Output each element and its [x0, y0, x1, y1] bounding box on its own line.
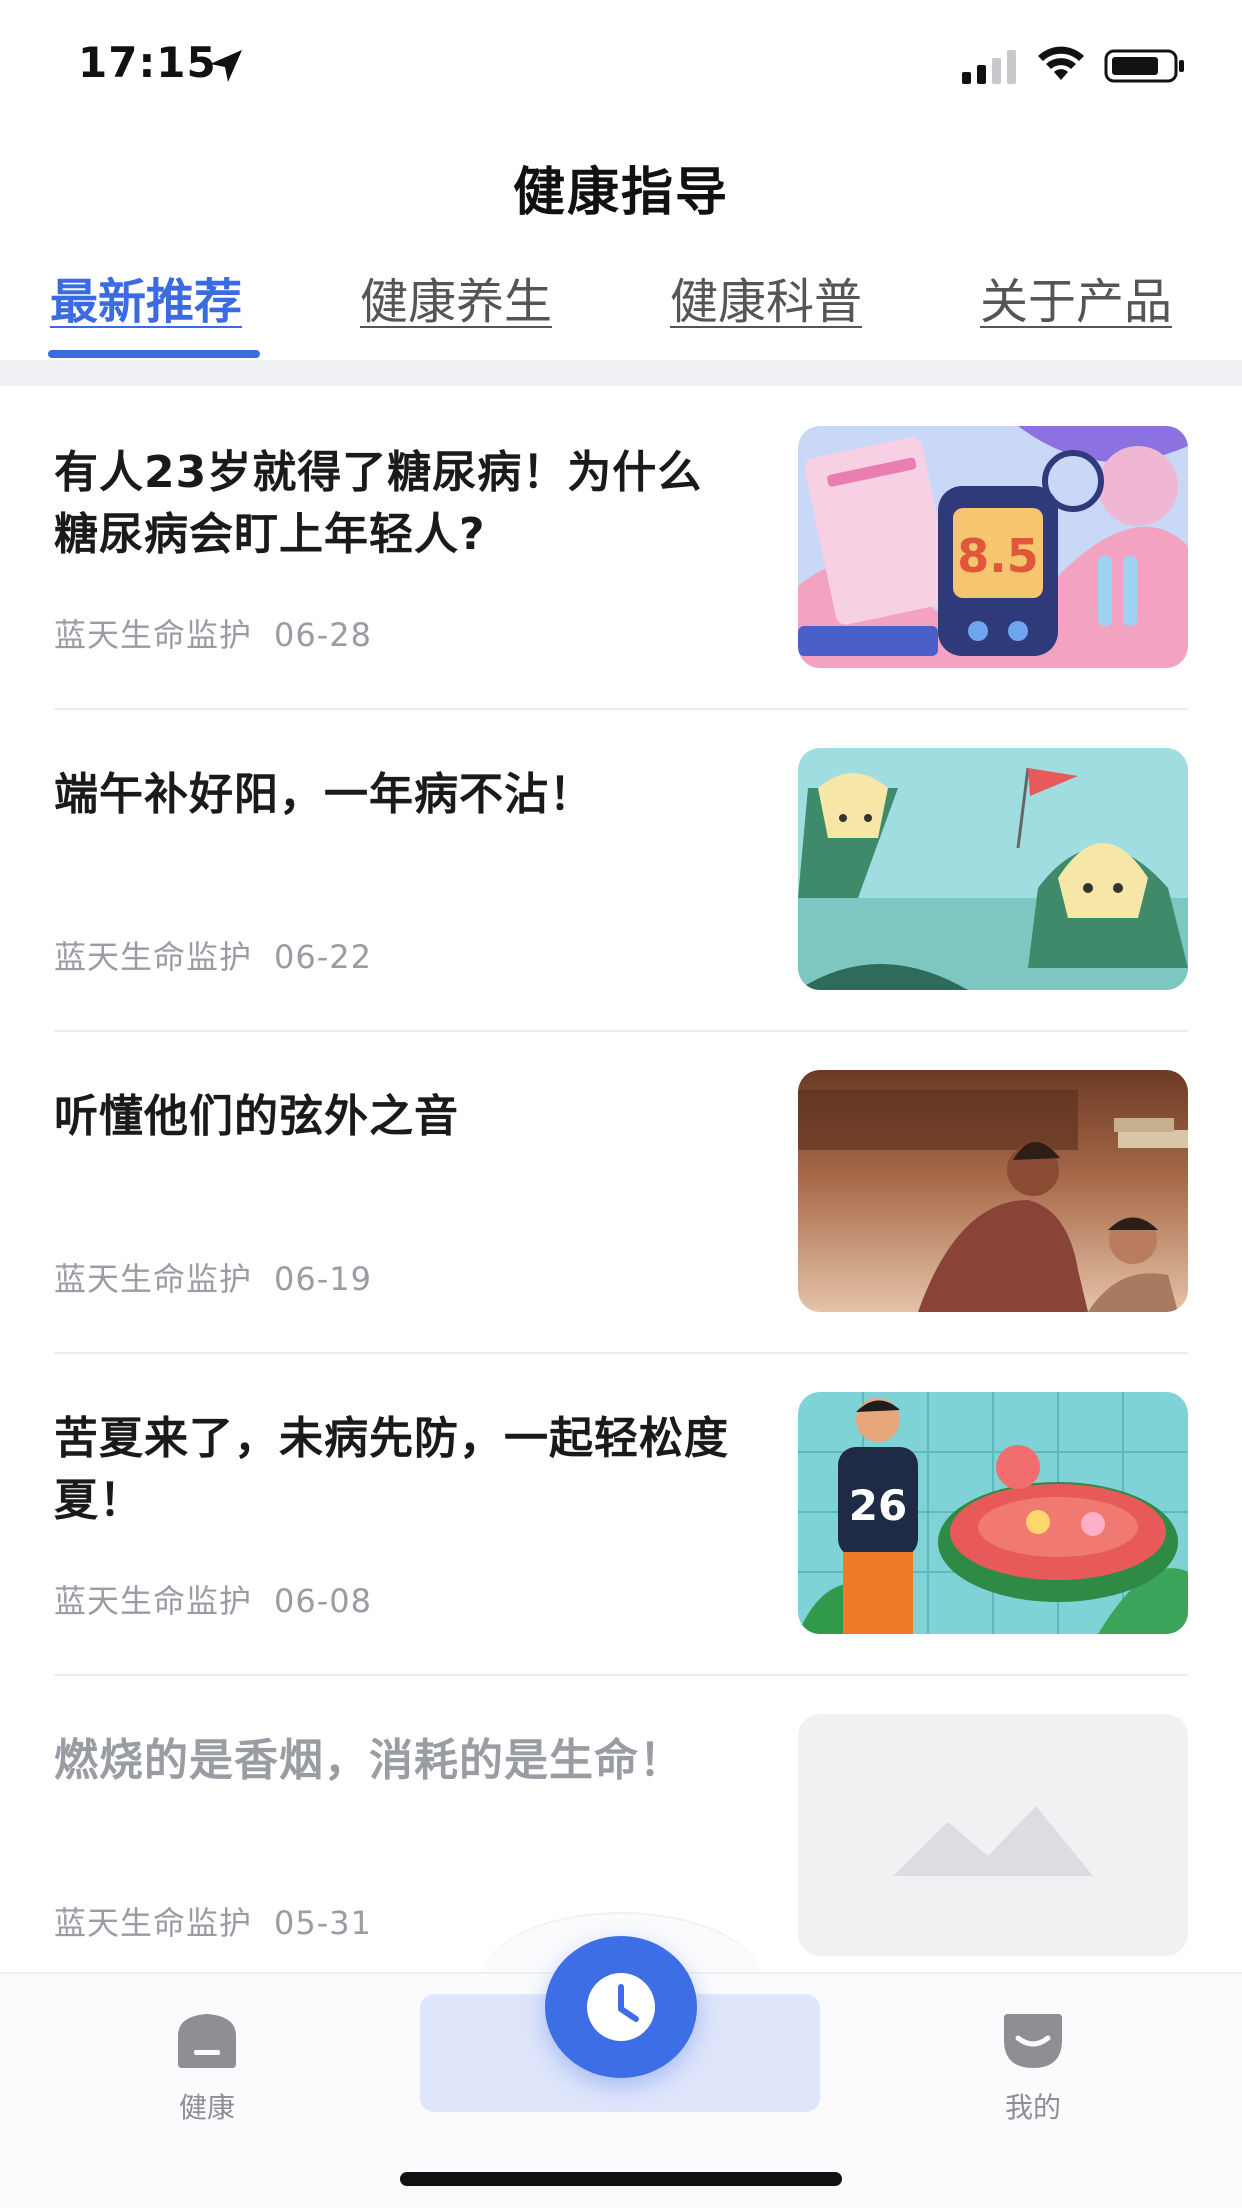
- row-divider: [54, 1674, 1188, 1676]
- article-source: 蓝天生命监护: [54, 616, 253, 654]
- article-meta: 蓝天生命监护 06-08: [54, 1576, 372, 1622]
- tab-about-product[interactable]: 关于产品: [980, 262, 1172, 332]
- tabbar-item-health[interactable]: 健康: [154, 2010, 260, 2126]
- article-thumbnail: 8.5: [798, 426, 1188, 668]
- mine-tab-icon: [1004, 2014, 1062, 2068]
- page-title: 健康指导: [512, 163, 729, 223]
- article-title: 听懂他们的弦外之音: [54, 1091, 459, 1142]
- image-placeholder-icon: [798, 1714, 1188, 1956]
- tab-health-science[interactable]: 健康科普: [670, 262, 862, 332]
- article-meta: 蓝天生命监护 05-31: [54, 1898, 372, 1944]
- location-arrow-icon: [210, 50, 242, 82]
- article-meta: 蓝天生命监护 06-28: [54, 610, 372, 656]
- article-source: 蓝天生命监护: [54, 1260, 253, 1298]
- diabetes-illustration: 8.5: [798, 426, 1188, 668]
- article-thumbnail: [798, 1714, 1188, 1956]
- article-thumbnail: [798, 748, 1188, 990]
- parent-child-illustration: [798, 1070, 1188, 1312]
- article-date: 06-19: [274, 1260, 372, 1298]
- status-time: 17:15: [78, 38, 217, 87]
- article-title: 端午补好阳，一年病不沾！: [54, 769, 594, 820]
- article-date: 06-22: [274, 938, 372, 976]
- article-date: 06-28: [274, 616, 372, 654]
- article-source: 蓝天生命监护: [54, 1582, 253, 1620]
- zongzi-illustration: [798, 748, 1188, 990]
- article-item[interactable]: 有人23岁就得了糖尿病！为什么糖尿病会盯上年轻人? 蓝天生命监护 06-28 8.…: [0, 426, 1242, 748]
- row-divider: [54, 1352, 1188, 1354]
- jersey-number: 26: [849, 1481, 907, 1530]
- article-item[interactable]: 听懂他们的弦外之音 蓝天生命监护 06-19: [0, 1070, 1242, 1392]
- clock-icon: [587, 1973, 655, 2041]
- article-title: 燃烧的是香烟，消耗的是生命！: [54, 1735, 684, 1786]
- article-item[interactable]: 端午补好阳，一年病不沾！ 蓝天生命监护 06-22: [0, 748, 1242, 1070]
- glucose-reading: 8.5: [957, 529, 1039, 583]
- mine-tab-label: 我的: [1004, 2091, 1061, 2124]
- article-title: 有人23岁就得了糖尿病！为什么糖尿病会盯上年轻人?: [54, 447, 703, 560]
- tab-latest[interactable]: 最新推荐: [50, 262, 242, 332]
- article-source: 蓝天生命监护: [54, 938, 253, 976]
- home-indicator: [400, 2172, 842, 2186]
- tab-divider: [0, 360, 1242, 386]
- article-date: 06-08: [274, 1582, 372, 1620]
- category-tabs: 最新推荐 健康养生 健康科普 关于产品: [0, 262, 1242, 362]
- article-item[interactable]: 苦夏来了，未病先防，一起轻松度夏！ 蓝天生命监护 06-08 26: [0, 1392, 1242, 1714]
- health-tab-label: 健康: [178, 2091, 235, 2124]
- health-tab-icon: [178, 2014, 236, 2068]
- article-source: 蓝天生命监护: [54, 1904, 253, 1942]
- battery-icon: [1104, 49, 1184, 83]
- page: 17:15 健康指导 最新推荐 健康养生 健康科普 关于产品 有人23岁就得了糖…: [0, 0, 1242, 2208]
- article-date: 05-31: [274, 1904, 372, 1942]
- status-bar: 17:15: [0, 0, 1242, 130]
- active-tab-indicator: [48, 350, 260, 358]
- row-divider: [54, 708, 1188, 710]
- row-divider: [54, 1030, 1188, 1032]
- tab-health-wellness[interactable]: 健康养生: [360, 262, 552, 332]
- article-title: 苦夏来了，未病先防，一起轻松度夏！: [54, 1413, 729, 1526]
- article-thumbnail: [798, 1070, 1188, 1312]
- tabbar-item-mine[interactable]: 我的: [980, 2010, 1086, 2126]
- cellular-signal-icon: [962, 50, 1016, 84]
- article-meta: 蓝天生命监护 06-19: [54, 1254, 372, 1300]
- wifi-icon: [1038, 46, 1084, 80]
- article-thumbnail: 26: [798, 1392, 1188, 1634]
- summer-watermelon-illustration: 26: [798, 1392, 1188, 1634]
- article-meta: 蓝天生命监护 06-22: [54, 932, 372, 978]
- clock-center-button[interactable]: [545, 1936, 697, 2078]
